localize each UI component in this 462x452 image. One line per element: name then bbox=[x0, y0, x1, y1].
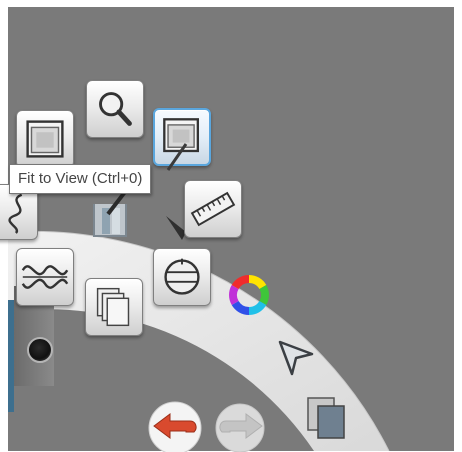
rotate-canvas-button[interactable] bbox=[153, 248, 211, 306]
redo-arrow-icon bbox=[215, 403, 265, 452]
color-wheel-button[interactable] bbox=[224, 270, 274, 320]
magnifier-icon bbox=[99, 92, 132, 126]
redo-button[interactable] bbox=[210, 398, 270, 452]
window-frame-icon bbox=[26, 120, 64, 158]
copy-pages-icon bbox=[307, 397, 345, 439]
copy-button[interactable] bbox=[302, 392, 350, 444]
brush-holder-icon bbox=[93, 192, 128, 237]
ruler-button[interactable] bbox=[184, 180, 242, 238]
select-tool-button[interactable] bbox=[274, 334, 318, 378]
stacked-pages-icon bbox=[96, 287, 130, 327]
tooltip: Fit to View (Ctrl+0) bbox=[9, 164, 152, 194]
layers-button[interactable] bbox=[85, 278, 143, 336]
waveform-icon bbox=[21, 265, 69, 289]
dot-knob[interactable] bbox=[27, 337, 53, 363]
color-wheel-icon bbox=[229, 275, 269, 315]
compass-dial-icon bbox=[164, 258, 200, 295]
zoom-button[interactable] bbox=[86, 80, 144, 138]
undo-arrow-icon bbox=[148, 401, 202, 452]
brushes-button[interactable] bbox=[88, 192, 132, 240]
arrow-cursor-icon bbox=[278, 340, 314, 376]
symmetry-button[interactable] bbox=[16, 248, 74, 306]
fit-to-view-button[interactable] bbox=[16, 110, 74, 168]
undo-button[interactable] bbox=[144, 398, 206, 452]
ruler-icon bbox=[190, 191, 236, 227]
